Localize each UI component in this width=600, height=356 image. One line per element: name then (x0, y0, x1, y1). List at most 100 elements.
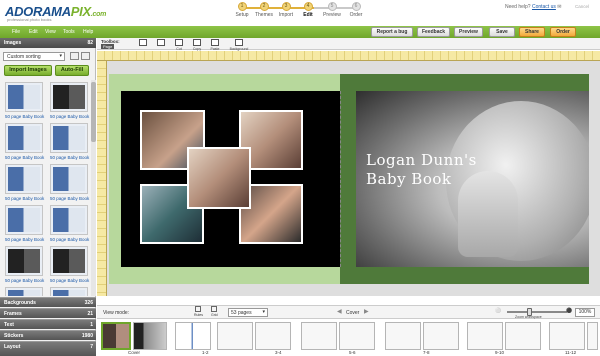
image-thumbnail[interactable] (5, 246, 43, 276)
page-thumb-1-2[interactable] (175, 322, 211, 350)
thumbnail-label: 50 page Baby Book (5, 237, 45, 242)
page-thumb-cover-back[interactable] (101, 322, 131, 350)
step-import[interactable]: 3 Import (274, 2, 298, 18)
image-thumbnail[interactable] (50, 82, 88, 112)
thumbnails-scrollbar[interactable] (91, 80, 96, 296)
scrollbar-thumb[interactable] (91, 82, 96, 142)
page-tag: Page (101, 44, 115, 49)
image-thumbnail[interactable] (5, 82, 43, 112)
menu-help[interactable]: Help (83, 29, 93, 35)
tool-bring-forward[interactable] (135, 39, 151, 46)
image-thumbnail[interactable] (5, 164, 43, 194)
page-label-cover: Cover (128, 350, 141, 355)
page-thumb-11-12[interactable] (549, 322, 585, 350)
step-order[interactable]: 6 Order (344, 2, 368, 18)
image-thumbnail[interactable] (5, 123, 43, 153)
chevron-down-icon: ▾ (262, 309, 265, 315)
rules-toggle[interactable]: Rules (194, 306, 203, 318)
menu-file[interactable]: File (12, 29, 20, 35)
page-thumb-9-10[interactable] (467, 322, 503, 350)
step-number: 2 (259, 2, 269, 11)
accordion-frames[interactable]: Frames 21 (0, 308, 96, 318)
help-area: Need help? Contact us ✉ (505, 4, 561, 10)
save-button[interactable]: Save (489, 27, 515, 37)
photo-frame[interactable] (187, 147, 251, 209)
feedback-button[interactable]: Feedback (417, 27, 450, 37)
step-setup[interactable]: 1 Setup (230, 2, 254, 18)
prev-page-arrow[interactable]: ◀ (337, 308, 342, 315)
preview-button[interactable]: Preview (454, 27, 483, 37)
tool-send-back[interactable] (153, 39, 169, 46)
step-label: Order (349, 12, 363, 18)
current-spread-label: Cover (346, 310, 360, 316)
sort-select[interactable]: Custom sorting ▾ (3, 52, 65, 61)
import-images-button[interactable]: Import Images (4, 65, 52, 76)
accordion-label: Stickers (4, 333, 24, 339)
view-mode-label: View mode: (103, 310, 130, 316)
accordion-text[interactable]: Text 1 (0, 319, 96, 329)
page-thumb-3-4b[interactable] (255, 322, 291, 350)
menu-edit[interactable]: Edit (29, 29, 38, 35)
step-edit[interactable]: 4 Edit (296, 2, 320, 18)
zoom-out-icon[interactable]: ⚪ (495, 308, 501, 314)
page-thumb-7-8[interactable] (385, 322, 421, 350)
contact-us-link[interactable]: Contact us (532, 4, 556, 10)
page-thumb-11-12b[interactable] (587, 322, 598, 350)
page-label-11-12: 11-12 (565, 350, 577, 355)
share-button[interactable]: Share (519, 27, 545, 37)
toolbox: Toolbox: Page Cut Copy Paste Background (97, 38, 600, 51)
next-page-arrow[interactable]: ▶ (364, 308, 369, 315)
report-bug-button[interactable]: Report a bug (371, 27, 413, 37)
accordion-stickers[interactable]: Stickers 1980 (0, 330, 96, 340)
accordion-label: Backgrounds (4, 300, 36, 306)
thumbnail-image (53, 290, 85, 296)
image-thumbnail[interactable] (50, 164, 88, 194)
thumbnail-image (53, 167, 85, 191)
zoom-slider-track[interactable] (507, 311, 567, 313)
image-thumbnail[interactable] (50, 287, 88, 296)
cancel-link[interactable]: Cancel (575, 4, 589, 9)
page-thumb-5-6[interactable] (301, 322, 337, 350)
accordion-backgrounds[interactable]: Backgrounds 326 (0, 297, 96, 307)
image-thumbnail[interactable] (50, 123, 88, 153)
page-label-5-6: 5-6 (349, 350, 356, 355)
grid-toggle[interactable]: Grid (211, 306, 218, 318)
image-thumbnail[interactable] (50, 246, 88, 276)
page-thumb-7-8b[interactable] (423, 322, 459, 350)
book-title-text[interactable]: Logan Dunn's Baby Book (366, 151, 486, 189)
accordion-label: Text (4, 322, 14, 328)
page-thumb-cover-front[interactable] (133, 322, 167, 350)
order-button[interactable]: Order (550, 27, 576, 37)
step-preview[interactable]: 5 Preview (320, 2, 344, 18)
page-thumb-5-6b[interactable] (339, 322, 375, 350)
cut-icon (175, 39, 183, 46)
paste-icon (211, 39, 219, 46)
left-page[interactable] (121, 91, 340, 267)
view-toggle (70, 52, 94, 61)
images-panel-header[interactable]: Images 82 (0, 38, 96, 48)
copy-icon (193, 39, 201, 46)
right-page-photo[interactable]: Logan Dunn's Baby Book (356, 91, 589, 267)
logo-suffix: .com (90, 11, 106, 18)
zoom-in-icon[interactable]: ⚫ (566, 308, 572, 314)
grid-view-icon[interactable] (70, 52, 79, 60)
page-label-7-8: 7-8 (423, 350, 430, 355)
step-label: Setup (235, 12, 249, 18)
step-number: 5 (327, 2, 337, 11)
accordion-count: 7 (90, 344, 93, 350)
image-thumbnail[interactable] (50, 205, 88, 235)
thumbnail-image (53, 126, 85, 150)
menu-view[interactable]: View (45, 29, 56, 35)
step-themes[interactable]: 2 Themes (252, 2, 276, 18)
logo-accent: PIX (70, 4, 91, 19)
page-thumb-9-10b[interactable] (505, 322, 541, 350)
accordion-layout[interactable]: Layout 7 (0, 341, 96, 356)
image-thumbnail[interactable] (5, 287, 43, 296)
pages-select[interactable]: 53 pages ▾ (228, 308, 268, 317)
zoom-percent[interactable]: 100% (575, 308, 595, 317)
menu-tools[interactable]: Tools (63, 29, 75, 35)
auto-fill-button[interactable]: Auto-Fill (55, 65, 89, 76)
list-view-icon[interactable] (81, 52, 90, 60)
image-thumbnail[interactable] (5, 205, 43, 235)
page-thumb-3-4[interactable] (217, 322, 253, 350)
